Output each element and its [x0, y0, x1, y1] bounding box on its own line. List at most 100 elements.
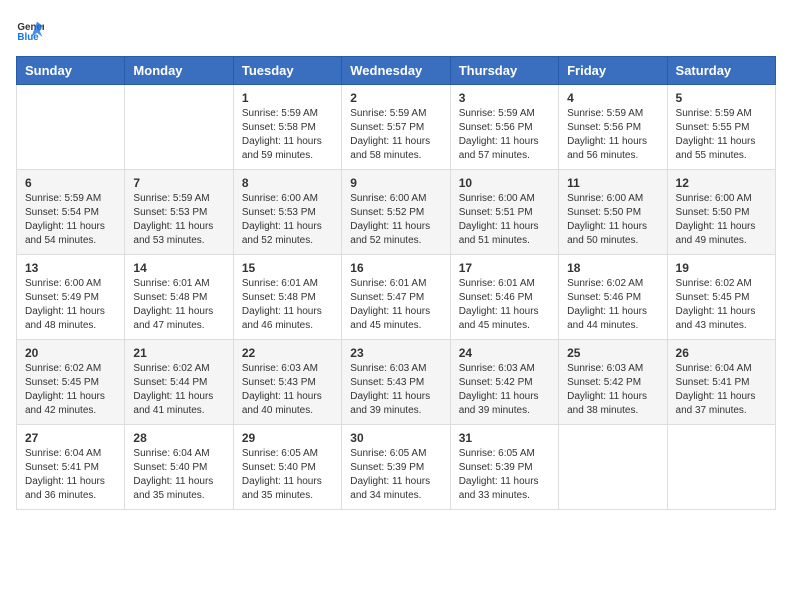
day-info: Sunrise: 6:00 AM Sunset: 5:52 PM Dayligh… [350, 192, 441, 248]
day-info: Sunrise: 6:04 AM Sunset: 5:40 PM Dayligh… [133, 447, 224, 503]
calendar-cell: 11 Sunrise: 6:00 AM Sunset: 5:50 PM Dayli… [559, 170, 667, 255]
logo: General Blue [16, 16, 48, 44]
day-number: 23 [350, 346, 441, 360]
calendar-cell: 31 Sunrise: 6:05 AM Sunset: 5:39 PM Dayli… [450, 425, 558, 510]
calendar-week-row: 1 Sunrise: 5:59 AM Sunset: 5:58 PM Daylig… [17, 85, 776, 170]
day-info: Sunrise: 6:02 AM Sunset: 5:46 PM Dayligh… [567, 277, 658, 333]
day-of-week-header: Tuesday [233, 57, 341, 85]
calendar-cell: 7 Sunrise: 5:59 AM Sunset: 5:53 PM Daylig… [125, 170, 233, 255]
day-number: 7 [133, 176, 224, 190]
day-info: Sunrise: 6:03 AM Sunset: 5:43 PM Dayligh… [350, 362, 441, 418]
day-info: Sunrise: 6:02 AM Sunset: 5:45 PM Dayligh… [25, 362, 116, 418]
day-info: Sunrise: 6:04 AM Sunset: 5:41 PM Dayligh… [676, 362, 767, 418]
calendar-cell: 13Sunrise: 6:00 AM Sunset: 5:49 PM Dayli… [17, 255, 125, 340]
calendar-cell: 1 Sunrise: 5:59 AM Sunset: 5:58 PM Daylig… [233, 85, 341, 170]
day-number: 18 [567, 261, 658, 275]
calendar-cell: 25 Sunrise: 6:03 AM Sunset: 5:42 PM Dayli… [559, 340, 667, 425]
day-number: 13 [25, 261, 116, 275]
calendar-cell: 14Sunrise: 6:01 AM Sunset: 5:48 PM Dayli… [125, 255, 233, 340]
logo-icon: General Blue [16, 16, 44, 44]
day-info: Sunrise: 5:59 AM Sunset: 5:56 PM Dayligh… [567, 107, 658, 163]
calendar-cell: 22 Sunrise: 6:03 AM Sunset: 5:43 PM Dayli… [233, 340, 341, 425]
day-number: 10 [459, 176, 550, 190]
day-info: Sunrise: 5:59 AM Sunset: 5:57 PM Dayligh… [350, 107, 441, 163]
day-number: 9 [350, 176, 441, 190]
calendar-cell [559, 425, 667, 510]
page-header: General Blue [16, 16, 776, 44]
day-number: 8 [242, 176, 333, 190]
day-number: 1 [242, 91, 333, 105]
calendar-cell: 8 Sunrise: 6:00 AM Sunset: 5:53 PM Daylig… [233, 170, 341, 255]
day-info: Sunrise: 6:01 AM Sunset: 5:47 PM Dayligh… [350, 277, 441, 333]
day-info: Sunrise: 6:00 AM Sunset: 5:53 PM Dayligh… [242, 192, 333, 248]
day-info: Sunrise: 6:01 AM Sunset: 5:46 PM Dayligh… [459, 277, 550, 333]
calendar-cell: 10 Sunrise: 6:00 AM Sunset: 5:51 PM Dayli… [450, 170, 558, 255]
calendar-cell: 28 Sunrise: 6:04 AM Sunset: 5:40 PM Dayli… [125, 425, 233, 510]
day-info: Sunrise: 6:03 AM Sunset: 5:43 PM Dayligh… [242, 362, 333, 418]
day-of-week-header: Sunday [17, 57, 125, 85]
day-info: Sunrise: 6:05 AM Sunset: 5:39 PM Dayligh… [459, 447, 550, 503]
day-info: Sunrise: 6:00 AM Sunset: 5:50 PM Dayligh… [676, 192, 767, 248]
calendar-cell: 27 Sunrise: 6:04 AM Sunset: 5:41 PM Dayli… [17, 425, 125, 510]
calendar-cell: 2 Sunrise: 5:59 AM Sunset: 5:57 PM Daylig… [342, 85, 450, 170]
day-number: 2 [350, 91, 441, 105]
calendar-cell: 12Sunrise: 6:00 AM Sunset: 5:50 PM Dayli… [667, 170, 775, 255]
calendar-cell: 20 Sunrise: 6:02 AM Sunset: 5:45 PM Dayli… [17, 340, 125, 425]
day-number: 28 [133, 431, 224, 445]
calendar-week-row: 6 Sunrise: 5:59 AM Sunset: 5:54 PM Daylig… [17, 170, 776, 255]
day-number: 20 [25, 346, 116, 360]
day-number: 22 [242, 346, 333, 360]
day-info: Sunrise: 5:59 AM Sunset: 5:58 PM Dayligh… [242, 107, 333, 163]
calendar-cell: 26 Sunrise: 6:04 AM Sunset: 5:41 PM Dayli… [667, 340, 775, 425]
day-of-week-header: Thursday [450, 57, 558, 85]
day-info: Sunrise: 5:59 AM Sunset: 5:56 PM Dayligh… [459, 107, 550, 163]
day-number: 27 [25, 431, 116, 445]
calendar-cell: 17 Sunrise: 6:01 AM Sunset: 5:46 PM Dayli… [450, 255, 558, 340]
calendar-cell: 29 Sunrise: 6:05 AM Sunset: 5:40 PM Dayli… [233, 425, 341, 510]
day-number: 19 [676, 261, 767, 275]
day-info: Sunrise: 6:00 AM Sunset: 5:50 PM Dayligh… [567, 192, 658, 248]
day-number: 24 [459, 346, 550, 360]
calendar-cell: 30Sunrise: 6:05 AM Sunset: 5:39 PM Dayli… [342, 425, 450, 510]
calendar-week-row: 27 Sunrise: 6:04 AM Sunset: 5:41 PM Dayli… [17, 425, 776, 510]
calendar-cell: 23 Sunrise: 6:03 AM Sunset: 5:43 PM Dayli… [342, 340, 450, 425]
calendar-cell [17, 85, 125, 170]
day-info: Sunrise: 6:02 AM Sunset: 5:45 PM Dayligh… [676, 277, 767, 333]
day-info: Sunrise: 5:59 AM Sunset: 5:54 PM Dayligh… [25, 192, 116, 248]
day-number: 21 [133, 346, 224, 360]
day-number: 25 [567, 346, 658, 360]
day-number: 30 [350, 431, 441, 445]
calendar-cell: 19 Sunrise: 6:02 AM Sunset: 5:45 PM Dayli… [667, 255, 775, 340]
day-of-week-header: Monday [125, 57, 233, 85]
day-number: 6 [25, 176, 116, 190]
calendar-cell: 5Sunrise: 5:59 AM Sunset: 5:55 PM Daylig… [667, 85, 775, 170]
day-info: Sunrise: 6:03 AM Sunset: 5:42 PM Dayligh… [459, 362, 550, 418]
day-number: 17 [459, 261, 550, 275]
day-number: 14 [133, 261, 224, 275]
calendar-cell: 16 Sunrise: 6:01 AM Sunset: 5:47 PM Dayli… [342, 255, 450, 340]
day-info: Sunrise: 6:03 AM Sunset: 5:42 PM Dayligh… [567, 362, 658, 418]
calendar-cell [667, 425, 775, 510]
calendar-cell: 6 Sunrise: 5:59 AM Sunset: 5:54 PM Daylig… [17, 170, 125, 255]
day-of-week-header: Saturday [667, 57, 775, 85]
day-info: Sunrise: 6:01 AM Sunset: 5:48 PM Dayligh… [242, 277, 333, 333]
calendar-cell: 18 Sunrise: 6:02 AM Sunset: 5:46 PM Dayli… [559, 255, 667, 340]
day-number: 31 [459, 431, 550, 445]
day-number: 15 [242, 261, 333, 275]
day-info: Sunrise: 5:59 AM Sunset: 5:53 PM Dayligh… [133, 192, 224, 248]
day-number: 11 [567, 176, 658, 190]
calendar-cell [125, 85, 233, 170]
day-info: Sunrise: 6:02 AM Sunset: 5:44 PM Dayligh… [133, 362, 224, 418]
day-number: 3 [459, 91, 550, 105]
calendar-week-row: 20 Sunrise: 6:02 AM Sunset: 5:45 PM Dayli… [17, 340, 776, 425]
day-number: 26 [676, 346, 767, 360]
day-number: 29 [242, 431, 333, 445]
day-info: Sunrise: 6:00 AM Sunset: 5:51 PM Dayligh… [459, 192, 550, 248]
day-number: 16 [350, 261, 441, 275]
calendar-cell: 3 Sunrise: 5:59 AM Sunset: 5:56 PM Daylig… [450, 85, 558, 170]
day-info: Sunrise: 6:04 AM Sunset: 5:41 PM Dayligh… [25, 447, 116, 503]
calendar-cell: 21 Sunrise: 6:02 AM Sunset: 5:44 PM Dayli… [125, 340, 233, 425]
day-info: Sunrise: 6:05 AM Sunset: 5:40 PM Dayligh… [242, 447, 333, 503]
calendar-header-row: SundayMondayTuesdayWednesdayThursdayFrid… [17, 57, 776, 85]
calendar-table: SundayMondayTuesdayWednesdayThursdayFrid… [16, 56, 776, 510]
